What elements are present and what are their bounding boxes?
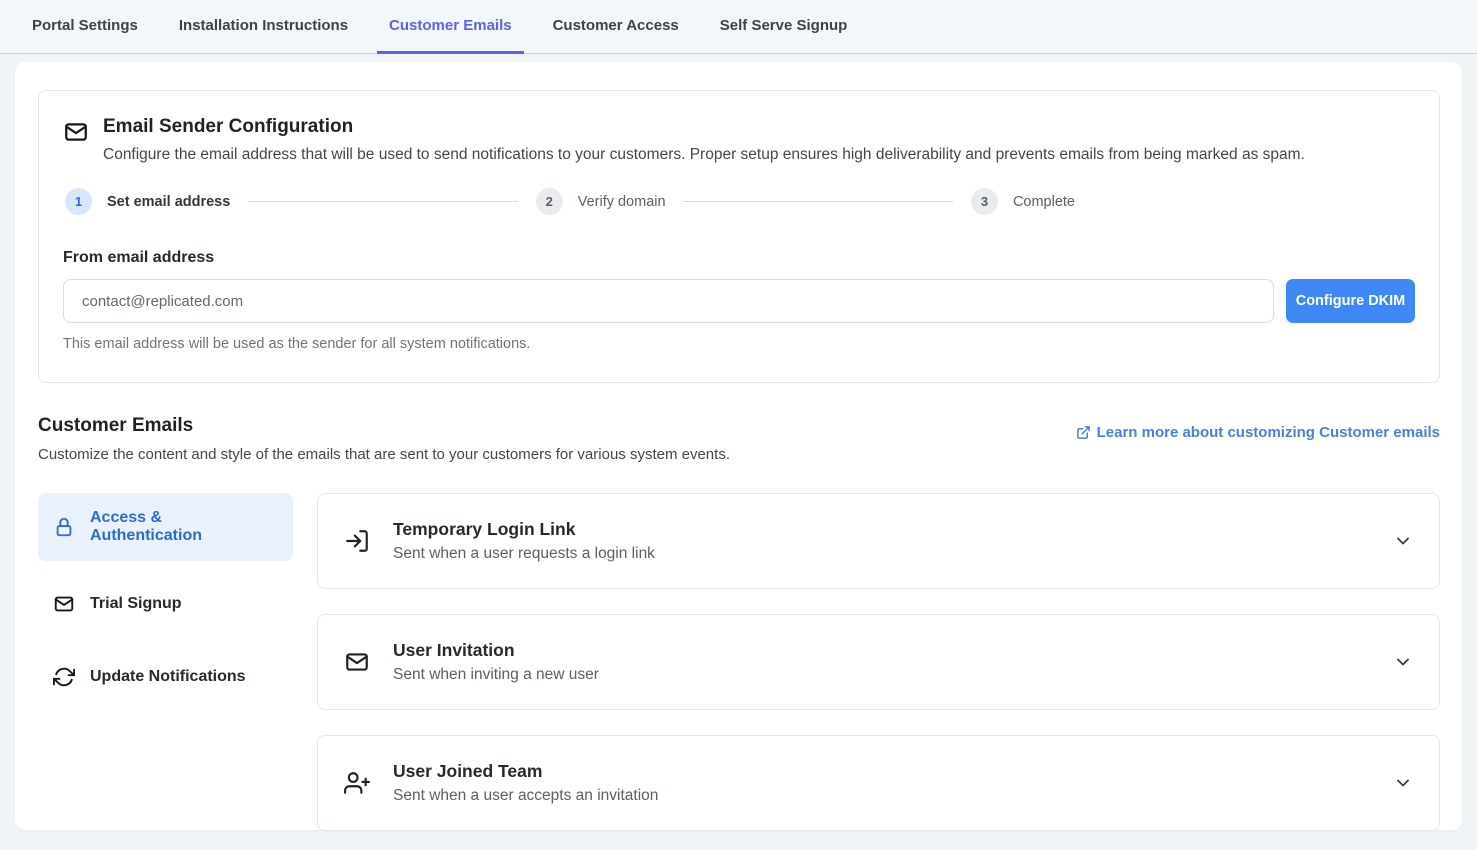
email-sender-configuration-card: Email Sender Configuration Configure the…	[38, 90, 1440, 383]
user-plus-icon	[344, 770, 370, 796]
tab-portal-settings[interactable]: Portal Settings	[20, 0, 150, 54]
step-number-badge: 3	[971, 188, 998, 215]
chevron-down-icon[interactable]	[1393, 652, 1413, 672]
sidebar-item-trial-signup[interactable]: Trial Signup	[38, 578, 293, 630]
tab-installation-instructions[interactable]: Installation Instructions	[167, 0, 360, 54]
refresh-icon	[53, 666, 75, 688]
email-card-user-invitation[interactable]: User Invitation Sent when inviting a new…	[317, 614, 1440, 710]
lock-icon	[53, 516, 75, 538]
customer-emails-heading: Customer Emails	[38, 415, 193, 437]
email-card-title: User Joined Team	[393, 761, 658, 782]
sidebar-item-access-authentication[interactable]: Access & Authentication	[38, 493, 293, 561]
tab-customer-emails[interactable]: Customer Emails	[377, 0, 524, 54]
email-setup-stepper: 1 Set email address 2 Verify domain 3 Co…	[65, 188, 1075, 215]
learn-more-label: Learn more about customizing Customer em…	[1097, 424, 1440, 441]
from-email-label: From email address	[63, 249, 1415, 267]
mail-icon	[63, 119, 89, 145]
email-card-subtitle: Sent when inviting a new user	[393, 666, 599, 684]
step-label: Verify domain	[578, 194, 666, 210]
tab-self-serve-signup[interactable]: Self Serve Signup	[708, 0, 860, 54]
step-verify-domain: 2 Verify domain	[536, 188, 666, 215]
from-email-input[interactable]	[63, 279, 1274, 323]
sidebar-item-label: Update Notifications	[90, 668, 246, 686]
step-complete: 3 Complete	[971, 188, 1075, 215]
stepper-connector	[684, 201, 953, 202]
from-email-helper-text: This email address will be used as the s…	[63, 336, 1415, 352]
sidebar-item-label: Trial Signup	[90, 595, 182, 613]
settings-tab-bar: Portal Settings Installation Instruction…	[0, 0, 1477, 54]
chevron-down-icon[interactable]	[1393, 531, 1413, 551]
configure-dkim-button[interactable]: Configure DKIM	[1286, 279, 1415, 323]
tab-customer-access[interactable]: Customer Access	[541, 0, 691, 54]
email-category-sidebar: Access & Authentication Trial Signup Upd…	[38, 493, 293, 724]
email-template-list: Temporary Login Link Sent when a user re…	[317, 493, 1440, 831]
mail-icon	[344, 649, 370, 675]
login-icon	[344, 528, 370, 554]
email-card-temporary-login-link[interactable]: Temporary Login Link Sent when a user re…	[317, 493, 1440, 589]
email-card-user-joined-team[interactable]: User Joined Team Sent when a user accept…	[317, 735, 1440, 831]
email-card-subtitle: Sent when a user requests a login link	[393, 545, 655, 563]
sidebar-item-label: Access & Authentication	[90, 509, 277, 545]
customer-emails-description: Customize the content and style of the e…	[38, 446, 1440, 463]
customer-emails-panel: Email Sender Configuration Configure the…	[15, 62, 1462, 830]
step-label: Set email address	[107, 194, 230, 210]
external-link-icon	[1076, 425, 1091, 440]
sidebar-item-update-notifications[interactable]: Update Notifications	[38, 651, 293, 703]
step-number-badge: 2	[536, 188, 563, 215]
step-number-badge: 1	[65, 188, 92, 215]
chevron-down-icon[interactable]	[1393, 773, 1413, 793]
email-card-title: User Invitation	[393, 640, 599, 661]
email-card-title: Temporary Login Link	[393, 519, 655, 540]
email-card-subtitle: Sent when a user accepts an invitation	[393, 787, 658, 805]
step-label: Complete	[1013, 194, 1075, 210]
stepper-connector	[248, 201, 517, 202]
sender-card-title: Email Sender Configuration	[103, 116, 1415, 138]
sender-card-description: Configure the email address that will be…	[103, 146, 1415, 164]
learn-more-link[interactable]: Learn more about customizing Customer em…	[1076, 424, 1440, 441]
mail-icon	[53, 593, 75, 615]
step-set-email-address: 1 Set email address	[65, 188, 230, 215]
